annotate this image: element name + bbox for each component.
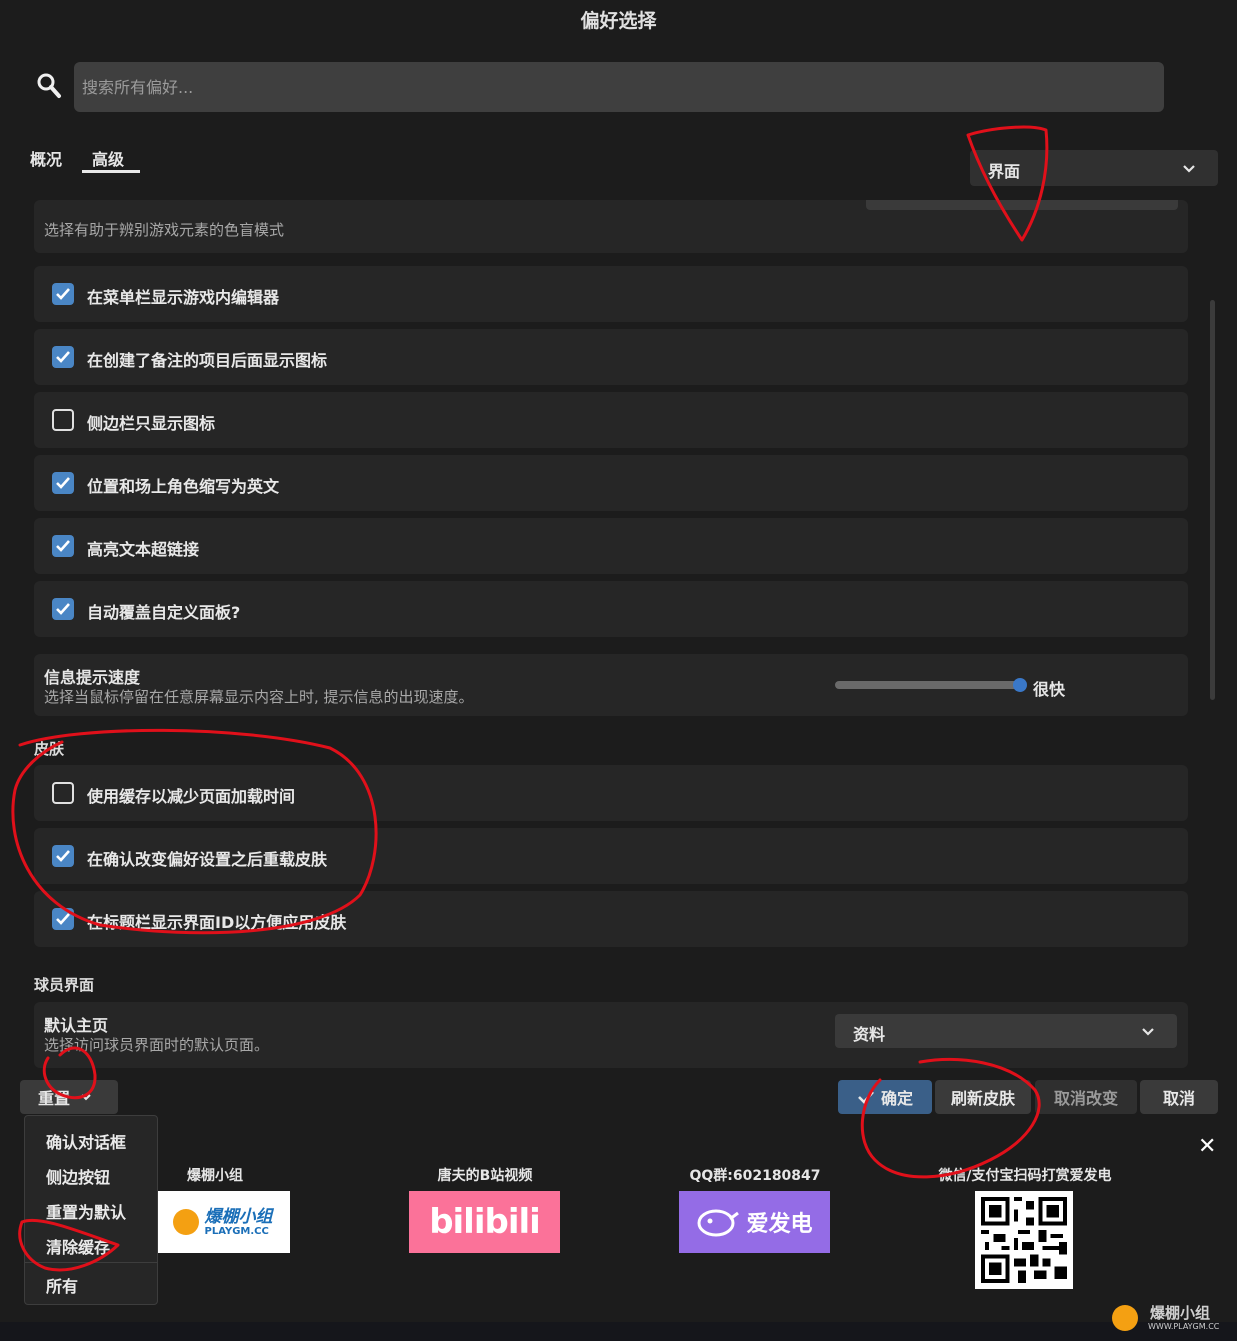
annotation-mark [966,125,1049,242]
annotation-mark [860,1057,1041,1179]
annotation-mark [11,728,378,935]
annotation-overlay [11,125,1049,1272]
annotation-mark [18,1218,120,1272]
annotation-mark [42,1046,97,1100]
